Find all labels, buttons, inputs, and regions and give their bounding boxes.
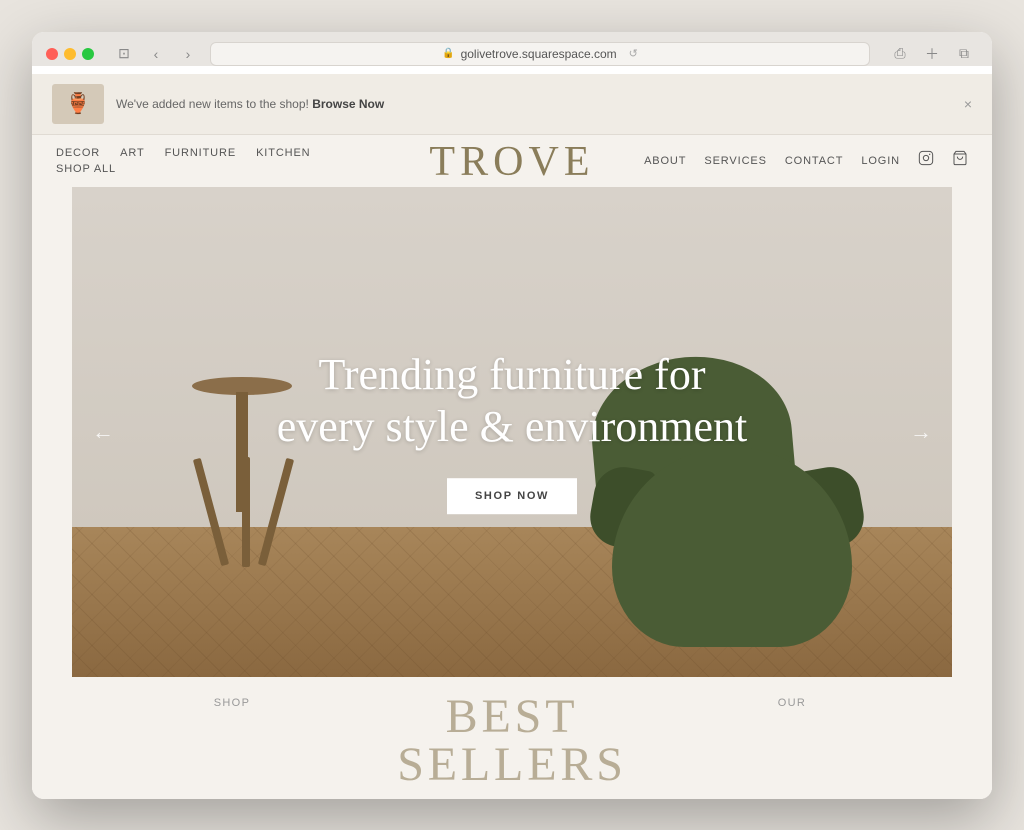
- main-nav: DECOR ART FURNITURE KITCHEN SHOP ALL TRO…: [32, 135, 992, 187]
- browser-controls: ⊡ ‹ › 🔒 golivetrove.squarespace.com ↺ ⎙ …: [46, 42, 978, 66]
- nav-about[interactable]: ABOUT: [644, 155, 686, 167]
- browser-actions: ⎙ ＋ ⧉: [886, 43, 978, 65]
- sellers-label: SELLERS: [372, 741, 652, 789]
- announcement-bar: 🏺 We've added new items to the shop! Bro…: [32, 74, 992, 135]
- close-button[interactable]: [46, 48, 58, 60]
- nav-right: ABOUT SERVICES CONTACT LOGIN: [644, 150, 968, 171]
- announcement-message: We've added new items to the shop!: [116, 97, 309, 111]
- below-hero-section: SHOP BEST SELLERS OUR: [32, 677, 992, 799]
- browser-window: ⊡ ‹ › 🔒 golivetrove.squarespace.com ↺ ⎙ …: [32, 32, 992, 799]
- instagram-icon[interactable]: [918, 150, 934, 171]
- nav-login[interactable]: LOGIN: [861, 155, 900, 167]
- duplicate-button[interactable]: ⧉: [950, 43, 978, 65]
- url-text: golivetrove.squarespace.com: [461, 47, 617, 61]
- hero-text-block: Trending furniture for every style & env…: [262, 349, 762, 515]
- browser-chrome: ⊡ ‹ › 🔒 golivetrove.squarespace.com ↺ ⎙ …: [32, 32, 992, 66]
- nav-shop-all[interactable]: SHOP ALL: [56, 163, 116, 175]
- back-button[interactable]: ‹: [142, 43, 170, 65]
- traffic-lights: [46, 48, 94, 60]
- nav-left: DECOR ART FURNITURE KITCHEN SHOP ALL: [56, 147, 311, 175]
- announcement-text: We've added new items to the shop! Brows…: [116, 97, 384, 111]
- reload-icon[interactable]: ↺: [629, 47, 638, 60]
- nav-decor[interactable]: DECOR: [56, 147, 100, 159]
- announcement-left: 🏺 We've added new items to the shop! Bro…: [52, 84, 384, 124]
- below-col-3: OUR: [652, 693, 932, 789]
- hero-heading-line2: every style & environment: [277, 403, 747, 452]
- minimize-button[interactable]: [64, 48, 76, 60]
- hero-heading: Trending furniture for every style & env…: [262, 349, 762, 455]
- hero-section: Trending furniture for every style & env…: [72, 187, 952, 677]
- below-col-2: BEST SELLERS: [372, 693, 652, 789]
- new-tab-button[interactable]: ＋: [918, 43, 946, 65]
- stool-leg-2: [242, 457, 250, 567]
- announcement-cta-text[interactable]: Browse Now: [312, 97, 384, 111]
- forward-button[interactable]: ›: [174, 43, 202, 65]
- our-label: OUR: [778, 697, 806, 709]
- cart-icon[interactable]: [952, 150, 968, 171]
- hero-heading-line1: Trending furniture for: [319, 350, 706, 399]
- hero-cta-button[interactable]: SHOP NOW: [447, 478, 577, 514]
- maximize-button[interactable]: [82, 48, 94, 60]
- hero-wrapper: Trending furniture for every style & env…: [32, 187, 992, 677]
- nav-art[interactable]: ART: [120, 147, 144, 159]
- nav-services[interactable]: SERVICES: [704, 155, 766, 167]
- hero-next-button[interactable]: →: [900, 409, 942, 455]
- below-col-1: SHOP: [92, 693, 372, 789]
- best-label: BEST: [372, 693, 652, 741]
- address-bar[interactable]: 🔒 golivetrove.squarespace.com ↺: [210, 42, 870, 66]
- lock-icon: 🔒: [442, 48, 454, 59]
- nav-kitchen[interactable]: KITCHEN: [256, 147, 310, 159]
- announcement-close-button[interactable]: ×: [964, 96, 972, 112]
- site-title[interactable]: TROVE: [429, 139, 594, 185]
- stool-leg-1: [193, 457, 229, 565]
- nav-row-2: SHOP ALL: [56, 163, 311, 175]
- website: 🏺 We've added new items to the shop! Bro…: [32, 74, 992, 799]
- nav-contact[interactable]: CONTACT: [785, 155, 844, 167]
- shop-label: SHOP: [214, 697, 250, 709]
- announcement-thumbnail: 🏺: [52, 84, 104, 124]
- best-sellers-heading: BEST SELLERS: [372, 693, 652, 789]
- browser-nav-buttons: ⊡ ‹ ›: [110, 43, 202, 65]
- sidebar-toggle-button[interactable]: ⊡: [110, 43, 138, 65]
- nav-center-logo: TROVE: [429, 141, 594, 183]
- share-button[interactable]: ⎙: [886, 43, 914, 65]
- hero-prev-button[interactable]: ←: [82, 409, 124, 455]
- nav-furniture[interactable]: FURNITURE: [165, 147, 236, 159]
- nav-row-1: DECOR ART FURNITURE KITCHEN: [56, 147, 311, 159]
